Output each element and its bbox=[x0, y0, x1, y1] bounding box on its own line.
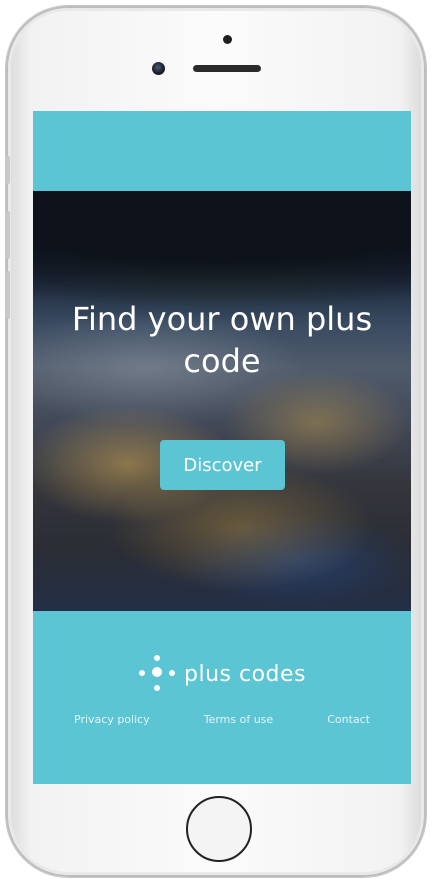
front-camera bbox=[152, 62, 165, 75]
terms-of-use-link[interactable]: Terms of use bbox=[204, 713, 273, 726]
home-button[interactable] bbox=[186, 796, 252, 862]
logo-text: plus codes bbox=[184, 661, 306, 687]
phone-screen: Find your own plus code Discover plus co… bbox=[33, 111, 411, 784]
discover-button[interactable]: Discover bbox=[160, 440, 285, 490]
hero-title: Find your own plus code bbox=[71, 300, 373, 380]
privacy-policy-link[interactable]: Privacy policy bbox=[74, 713, 150, 726]
plus-codes-logo[interactable]: plus codes bbox=[33, 654, 411, 694]
contact-link[interactable]: Contact bbox=[327, 713, 370, 726]
footer: plus codes Privacy policy Terms of use C… bbox=[33, 611, 411, 784]
volume-up-button bbox=[6, 211, 10, 259]
earth-night-image bbox=[33, 191, 411, 611]
mute-switch bbox=[6, 156, 10, 184]
footer-links: Privacy policy Terms of use Contact bbox=[33, 713, 411, 726]
plus-codes-logo-icon bbox=[138, 655, 176, 693]
hero-section: Find your own plus code Discover bbox=[33, 191, 411, 611]
proximity-sensor bbox=[223, 35, 232, 44]
earpiece-speaker bbox=[193, 65, 261, 72]
volume-down-button bbox=[6, 271, 10, 319]
